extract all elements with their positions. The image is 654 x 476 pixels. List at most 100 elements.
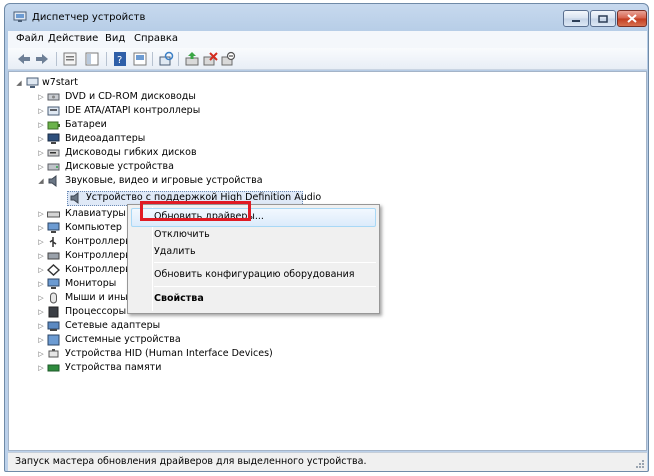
menu-file[interactable]: Файл <box>16 33 44 44</box>
expand-arrow-icon[interactable]: ▷ <box>37 160 45 174</box>
tree-item-label: Устройства памяти <box>65 362 162 373</box>
expand-arrow-icon[interactable]: ▷ <box>37 333 45 347</box>
tree-item-label: Контроллеры <box>65 250 133 261</box>
disable-icon[interactable] <box>220 51 236 67</box>
title-bar[interactable]: Диспетчер устройств <box>5 4 648 30</box>
svg-text:?: ? <box>117 55 122 66</box>
expand-arrow-icon[interactable]: ▷ <box>37 361 45 375</box>
computer-icon <box>26 77 39 88</box>
tree-item-label: Сетевые адаптеры <box>65 320 161 331</box>
minimize-button[interactable] <box>563 10 589 27</box>
menu-item-properties[interactable]: Свойства <box>154 293 204 304</box>
speaker-icon <box>70 192 79 204</box>
expand-arrow-icon[interactable]: ▷ <box>37 347 45 361</box>
processor-icon <box>48 306 59 318</box>
tree-item-label: Клавиатуры <box>65 208 126 219</box>
collapse-arrow-icon[interactable]: ◢ <box>37 174 45 188</box>
console-tree-icon[interactable] <box>84 51 100 67</box>
close-button[interactable] <box>617 10 647 27</box>
device-manager-window: Диспетчер устройств Файл Действие Вид Сп… <box>4 3 649 472</box>
toolbar-separator <box>56 52 57 66</box>
expand-arrow-icon[interactable]: ▷ <box>37 277 45 291</box>
menu-item-delete[interactable]: Удалить <box>154 246 196 257</box>
tree-item-label: DVD и CD-ROM дисководы <box>65 91 196 102</box>
menu-separator <box>154 286 376 287</box>
memory-device-icon <box>47 364 60 372</box>
expand-arrow-icon[interactable]: ▷ <box>37 146 45 160</box>
tree-item-label: Батареи <box>65 119 107 130</box>
tree-item-label: Контроллеры <box>65 264 133 275</box>
floppy-drive-icon <box>47 149 60 157</box>
minimize-icon <box>572 19 580 22</box>
menu-view[interactable]: Вид <box>105 33 125 44</box>
back-arrow-icon[interactable] <box>16 51 32 67</box>
expand-arrow-icon[interactable]: ▷ <box>37 104 45 118</box>
forward-arrow-icon[interactable] <box>34 51 50 67</box>
monitor-icon <box>47 278 60 289</box>
collapse-arrow-icon[interactable]: ◢ <box>15 76 23 90</box>
uninstall-icon[interactable] <box>202 51 218 67</box>
properties-icon[interactable] <box>62 51 78 67</box>
tree-item-label: Мыши и иные <box>65 292 134 303</box>
usb-controller-icon <box>49 237 57 247</box>
tree-item-label: Процессоры <box>65 306 127 317</box>
tree-item-label: Дисководы гибких дисков <box>65 147 197 158</box>
expand-arrow-icon[interactable]: ▷ <box>37 132 45 146</box>
keyboard-icon <box>47 211 60 218</box>
resize-grip-icon[interactable] <box>635 459 645 469</box>
help-icon[interactable]: ? <box>112 51 128 67</box>
maximize-icon <box>598 14 608 23</box>
tree-item-label: Звуковые, видео и игровые устройства <box>65 175 263 186</box>
update-driver-icon[interactable] <box>184 51 200 67</box>
close-icon <box>627 14 637 23</box>
menu-item-disable[interactable]: Отключить <box>154 229 210 240</box>
toolbar-separator <box>152 52 153 66</box>
expand-arrow-icon[interactable]: ▷ <box>37 319 45 333</box>
scan-hardware-icon[interactable] <box>158 51 174 67</box>
tree-item-label: Мониторы <box>65 278 117 289</box>
expand-arrow-icon[interactable]: ▷ <box>37 291 45 305</box>
menu-item-scan-hardware[interactable]: Обновить конфигурацию оборудования <box>154 269 355 280</box>
computer-icon <box>47 222 60 233</box>
display-adapter-icon <box>47 133 60 144</box>
highlight-frame <box>140 201 251 221</box>
expand-arrow-icon[interactable]: ▷ <box>37 207 45 221</box>
device-manager-icon <box>13 11 27 22</box>
expand-arrow-icon[interactable]: ▷ <box>37 118 45 132</box>
show-hidden-icon[interactable] <box>132 51 148 67</box>
tree-item-label: Системные устройства <box>65 334 181 345</box>
battery-icon <box>47 121 60 130</box>
toolbar-separator <box>178 52 179 66</box>
expand-arrow-icon[interactable]: ▷ <box>37 235 45 249</box>
tree-item-label: Компьютер <box>65 222 122 233</box>
tree-item-label: IDE ATA/ATAPI контроллеры <box>65 105 201 116</box>
mouse-icon <box>50 292 57 304</box>
menu-bar: Файл Действие Вид Справка <box>8 31 647 48</box>
window-title: Диспетчер устройств <box>32 12 146 23</box>
device-tree[interactable]: ◢ w7start ▷ DVD и CD-ROM дисководы ▷ IDE… <box>8 71 647 451</box>
expand-arrow-icon[interactable]: ▷ <box>37 221 45 235</box>
expand-arrow-icon[interactable]: ▷ <box>37 305 45 319</box>
expand-arrow-icon[interactable]: ▷ <box>37 263 45 277</box>
status-bar: Запуск мастера обновления драйверов для … <box>8 452 647 471</box>
toolbar-separator <box>106 52 107 66</box>
maximize-button[interactable] <box>590 10 616 27</box>
menu-separator <box>154 262 376 263</box>
status-text: Запуск мастера обновления драйверов для … <box>15 456 367 467</box>
tree-root-label: w7start <box>42 77 78 88</box>
sound-device-icon <box>48 175 57 187</box>
tree-item-label: Видеоадаптеры <box>65 133 146 144</box>
bus-controller-icon <box>47 264 60 276</box>
system-devices-icon <box>47 334 60 346</box>
menu-help[interactable]: Справка <box>134 33 178 44</box>
expand-arrow-icon[interactable]: ▷ <box>37 90 45 104</box>
tree-item-label: Дисковые устройства <box>65 161 174 172</box>
menu-action[interactable]: Действие <box>48 33 98 44</box>
ide-controller-icon <box>47 106 60 116</box>
storage-controller-icon <box>47 252 60 260</box>
toolbar: ? <box>8 48 647 70</box>
disk-drive-icon <box>47 163 60 171</box>
tree-item-label: Устройства HID (Human Interface Devices) <box>65 348 273 359</box>
hid-device-icon <box>48 349 59 358</box>
expand-arrow-icon[interactable]: ▷ <box>37 249 45 263</box>
